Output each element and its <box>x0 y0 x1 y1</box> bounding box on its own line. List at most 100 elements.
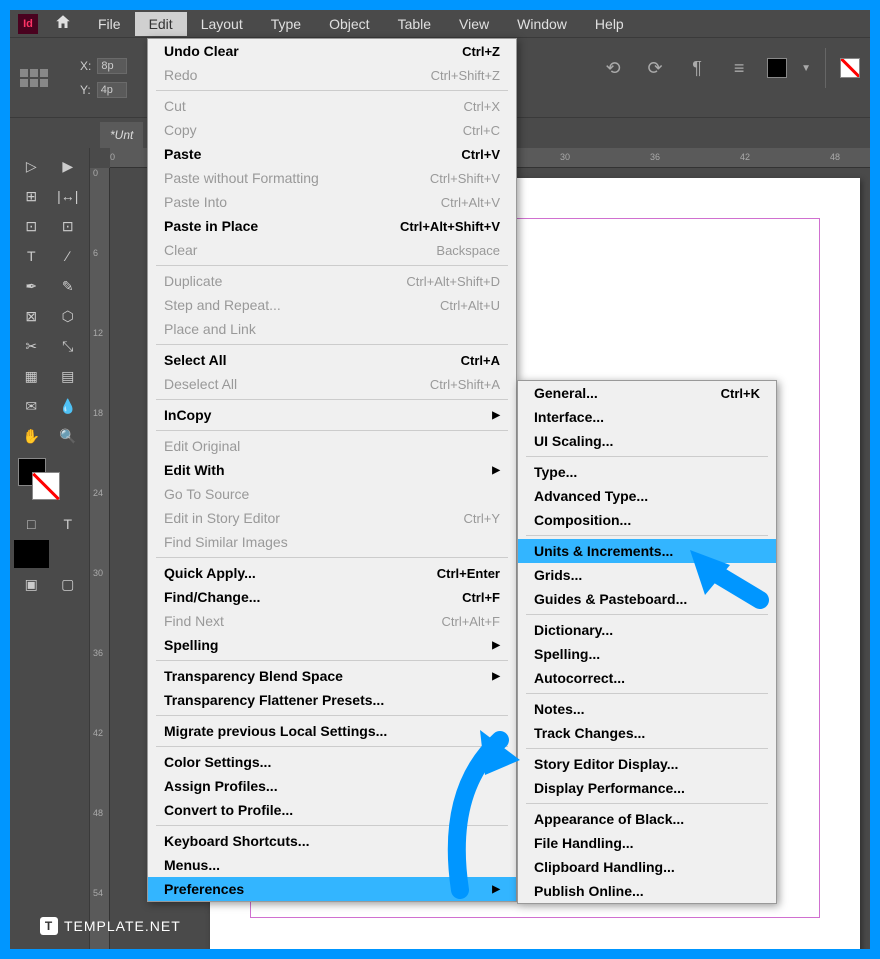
selection-tool-icon[interactable]: ▷ <box>14 152 49 180</box>
edit-menu-item-transparency-flattener-presets[interactable]: Transparency Flattener Presets... <box>148 688 516 712</box>
menubar-item-file[interactable]: File <box>84 12 135 36</box>
edit-menu-item-paste[interactable]: PasteCtrl+V <box>148 142 516 166</box>
prefs-menu-item-ui-scaling[interactable]: UI Scaling... <box>518 429 776 453</box>
edit-menu-item-spelling[interactable]: Spelling▶ <box>148 633 516 657</box>
prefs-menu-item-type[interactable]: Type... <box>518 460 776 484</box>
rectangle-frame-icon[interactable]: ⊠ <box>14 302 49 330</box>
menu-item-label: Go To Source <box>164 486 500 502</box>
edit-menu-item-find-next: Find NextCtrl+Alt+F <box>148 609 516 633</box>
transform-tool-icon[interactable]: ⤡ <box>51 332 86 360</box>
edit-menu-item-edit-with[interactable]: Edit With▶ <box>148 458 516 482</box>
x-input[interactable]: 8p <box>97 58 127 74</box>
prefs-menu-item-spelling[interactable]: Spelling... <box>518 642 776 666</box>
path-type-tool-icon[interactable]: ∕ <box>51 242 86 270</box>
stroke-swatch-icon[interactable] <box>840 58 860 78</box>
menu-shortcut: Ctrl+Alt+Shift+V <box>400 219 500 234</box>
stroke-color-icon[interactable] <box>32 472 60 500</box>
edit-menu-item-select-all[interactable]: Select AllCtrl+A <box>148 348 516 372</box>
menubar-items: FileEditLayoutTypeObjectTableViewWindowH… <box>84 12 638 36</box>
menubar-item-object[interactable]: Object <box>315 12 383 36</box>
dropdown-icon[interactable]: ▼ <box>801 63 811 74</box>
menu-shortcut: Ctrl+Enter <box>437 566 500 581</box>
flip-icon[interactable]: ⟳ <box>641 54 669 82</box>
menu-item-label: General... <box>534 385 721 401</box>
y-input[interactable]: 4p <box>97 82 127 98</box>
menu-item-label: Select All <box>164 352 461 368</box>
pencil-tool-icon[interactable]: ✎ <box>51 272 86 300</box>
prefs-menu-item-autocorrect[interactable]: Autocorrect... <box>518 666 776 690</box>
menubar-item-help[interactable]: Help <box>581 12 638 36</box>
menu-item-label: Composition... <box>534 512 760 528</box>
prefs-menu-item-story-editor-display[interactable]: Story Editor Display... <box>518 752 776 776</box>
edit-menu-separator <box>156 344 508 345</box>
menu-shortcut: Ctrl+Shift+V <box>430 171 500 186</box>
type-tool-icon[interactable]: T <box>14 242 49 270</box>
view-mode-icon[interactable]: ▣ <box>14 570 49 598</box>
edit-menu-item-find-change[interactable]: Find/Change...Ctrl+F <box>148 585 516 609</box>
content-tool-icon[interactable]: ⊡ <box>14 212 49 240</box>
menu-item-label: Paste <box>164 146 461 162</box>
prefs-menu-item-display-performance[interactable]: Display Performance... <box>518 776 776 800</box>
prefs-menu-item-dictionary[interactable]: Dictionary... <box>518 618 776 642</box>
menubar-item-edit[interactable]: Edit <box>135 12 187 36</box>
prefs-menu-separator <box>526 748 768 749</box>
color-swatch[interactable] <box>14 458 85 508</box>
prefs-menu-item-composition[interactable]: Composition... <box>518 508 776 532</box>
text-format-icon[interactable]: T <box>51 510 86 538</box>
menu-item-label: Transparency Flattener Presets... <box>164 692 500 708</box>
menu-item-label: Paste in Place <box>164 218 400 234</box>
scissors-tool-icon[interactable]: ✂ <box>14 332 49 360</box>
home-icon[interactable] <box>54 13 76 35</box>
rotate-icon[interactable]: ⟲ <box>599 54 627 82</box>
edit-menu-item-paste-in-place[interactable]: Paste in PlaceCtrl+Alt+Shift+V <box>148 214 516 238</box>
menu-item-label: Edit Original <box>164 438 500 454</box>
screen-mode-icon[interactable]: ▢ <box>51 570 86 598</box>
edit-menu-item-transparency-blend-space[interactable]: Transparency Blend Space▶ <box>148 664 516 688</box>
menu-shortcut: Ctrl+K <box>721 386 760 401</box>
reference-point-icon[interactable] <box>20 69 70 87</box>
menubar-item-view[interactable]: View <box>445 12 503 36</box>
container-format-icon[interactable]: □ <box>14 510 49 538</box>
direct-selection-tool-icon[interactable]: ▶ <box>51 152 86 180</box>
align-icon[interactable]: ≡ <box>725 54 753 82</box>
prefs-menu-item-interface[interactable]: Interface... <box>518 405 776 429</box>
eyedropper-tool-icon[interactable]: 💧 <box>51 392 86 420</box>
prefs-menu-item-advanced-type[interactable]: Advanced Type... <box>518 484 776 508</box>
zoom-tool-icon[interactable]: 🔍 <box>51 422 86 450</box>
edit-menu-item-quick-apply[interactable]: Quick Apply...Ctrl+Enter <box>148 561 516 585</box>
menu-item-label: Advanced Type... <box>534 488 760 504</box>
apply-color-icon[interactable] <box>14 540 49 568</box>
page-tool-icon[interactable]: ⊞ <box>14 182 49 210</box>
note-tool-icon[interactable]: ✉ <box>14 392 49 420</box>
rectangle-tool-icon[interactable]: ⬡ <box>51 302 86 330</box>
content-placer-icon[interactable]: ⊡ <box>51 212 86 240</box>
feather-tool-icon[interactable]: ▤ <box>51 362 86 390</box>
edit-menu-item-incopy[interactable]: InCopy▶ <box>148 403 516 427</box>
tutorial-arrow-1-icon <box>430 730 520 910</box>
menubar-item-type[interactable]: Type <box>257 12 315 36</box>
pen-tool-icon[interactable]: ✒ <box>14 272 49 300</box>
menu-item-label: Transparency Blend Space <box>164 668 492 684</box>
prefs-menu-item-general[interactable]: General...Ctrl+K <box>518 381 776 405</box>
prefs-menu-item-appearance-of-black[interactable]: Appearance of Black... <box>518 807 776 831</box>
edit-menu-item-undo-clear[interactable]: Undo ClearCtrl+Z <box>148 39 516 63</box>
prefs-menu-item-file-handling[interactable]: File Handling... <box>518 831 776 855</box>
fill-swatch-icon[interactable] <box>767 58 787 78</box>
document-tab[interactable]: *Unt <box>100 122 143 148</box>
prefs-menu-item-notes[interactable]: Notes... <box>518 697 776 721</box>
menu-item-label: File Handling... <box>534 835 760 851</box>
menubar-item-window[interactable]: Window <box>503 12 581 36</box>
prefs-menu-item-track-changes[interactable]: Track Changes... <box>518 721 776 745</box>
menu-item-label: Edit in Story Editor <box>164 510 464 526</box>
menubar-item-table[interactable]: Table <box>384 12 445 36</box>
prefs-menu-item-publish-online[interactable]: Publish Online... <box>518 879 776 903</box>
hand-tool-icon[interactable]: ✋ <box>14 422 49 450</box>
menubar-item-layout[interactable]: Layout <box>187 12 257 36</box>
apply-none-icon[interactable] <box>51 540 86 568</box>
gap-tool-icon[interactable]: |↔| <box>51 182 86 210</box>
gradient-tool-icon[interactable]: ▦ <box>14 362 49 390</box>
submenu-arrow-icon: ▶ <box>492 671 500 682</box>
prefs-menu-item-clipboard-handling[interactable]: Clipboard Handling... <box>518 855 776 879</box>
paragraph-icon[interactable]: ¶ <box>683 54 711 82</box>
menu-shortcut: Ctrl+A <box>461 353 500 368</box>
